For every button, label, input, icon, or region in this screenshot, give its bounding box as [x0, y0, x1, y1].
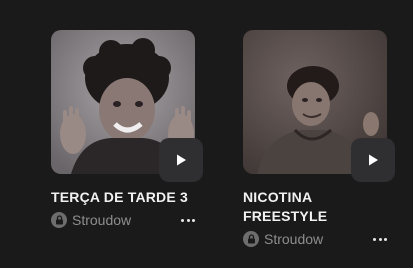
playlist-title-line: FREESTYLE	[243, 208, 328, 224]
more-options-button[interactable]	[171, 210, 195, 230]
play-button[interactable]	[351, 138, 395, 182]
play-button[interactable]	[159, 138, 203, 182]
playlist-meta: Stroudow	[243, 229, 387, 249]
playlist-author[interactable]: Stroudow	[72, 212, 131, 228]
playlist-meta: Stroudow	[51, 210, 195, 230]
playlist-title[interactable]: NICOTINA FREESTYLE	[243, 188, 387, 226]
playlist-title-line: NICOTINA	[243, 189, 313, 205]
playlist-title[interactable]: TERÇA DE TARDE 3	[51, 188, 195, 207]
playlist-card[interactable]: NICOTINA FREESTYLE Stroudow	[243, 30, 395, 249]
more-options-icon	[181, 218, 184, 222]
lock-icon	[51, 212, 67, 228]
playlist-thumbnail-container[interactable]	[243, 30, 395, 182]
playlist-card[interactable]: TERÇA DE TARDE 3 Stroudow	[51, 30, 203, 230]
playlist-author[interactable]: Stroudow	[264, 231, 323, 247]
playlist-thumbnail-container[interactable]	[51, 30, 203, 182]
lock-icon	[243, 231, 259, 247]
more-options-icon	[373, 237, 376, 241]
play-icon	[369, 154, 378, 166]
play-icon	[177, 154, 186, 166]
more-options-button[interactable]	[363, 229, 387, 249]
